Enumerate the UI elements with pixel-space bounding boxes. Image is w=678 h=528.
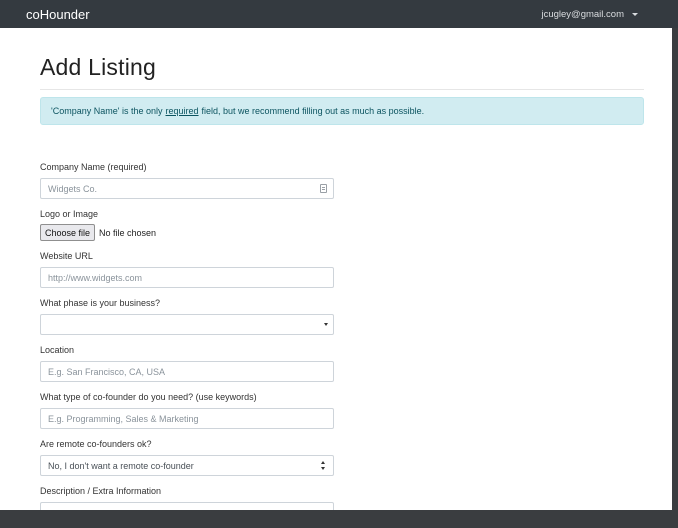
website-url-placeholder: http://www.widgets.com	[48, 272, 143, 283]
remote-select[interactable]: No, I don't want a remote co-founder	[40, 455, 334, 476]
brand-logo-link[interactable]: coHounder	[26, 7, 90, 22]
description-textarea[interactable]	[40, 502, 334, 510]
logo-file-input: Choose file No file chosen	[40, 224, 156, 241]
file-status-text: No file chosen	[99, 227, 157, 238]
choose-file-button[interactable]: Choose file	[40, 224, 96, 241]
company-name-input[interactable]: Widgets Co.	[40, 178, 334, 199]
window-edge	[672, 28, 678, 510]
alert-text-after: field, but we recommend filling out as m…	[201, 106, 425, 116]
cofounder-type-placeholder: E.g. Programming, Sales & Marketing	[48, 413, 199, 424]
website-url-input[interactable]: http://www.widgets.com	[40, 267, 334, 288]
chevron-down-icon	[324, 323, 328, 326]
contact-card-icon	[320, 184, 327, 193]
website-url-label: Website URL	[40, 251, 93, 261]
main-content: Add Listing 'Company Name' is the only r…	[0, 28, 672, 510]
alert-text-before: 'Company Name' is the only	[51, 106, 163, 116]
location-placeholder: E.g. San Francisco, CA, USA	[48, 366, 166, 377]
company-name-label: Company Name (required)	[40, 162, 147, 172]
description-label: Description / Extra Information	[40, 486, 162, 496]
window-bottom-bar	[0, 510, 678, 528]
logo-label: Logo or Image	[40, 209, 99, 219]
title-divider	[40, 89, 644, 90]
user-menu-dropdown[interactable]: jcugley@gmail.com	[541, 9, 638, 20]
phase-select[interactable]	[40, 314, 334, 335]
user-email: jcugley@gmail.com	[541, 8, 624, 20]
company-name-placeholder: Widgets Co.	[48, 183, 98, 194]
page-title: Add Listing	[40, 54, 156, 80]
top-navbar: coHounder jcugley@gmail.com	[0, 0, 678, 28]
cofounder-type-input[interactable]: E.g. Programming, Sales & Marketing	[40, 408, 334, 429]
caret-down-icon	[632, 12, 638, 16]
up-down-arrows-icon	[321, 461, 327, 470]
location-label: Location	[40, 345, 75, 355]
info-alert: 'Company Name' is the only required fiel…	[40, 97, 644, 125]
required-link[interactable]: required	[166, 106, 199, 116]
remote-label: Are remote co-founders ok?	[40, 439, 152, 449]
cofounder-type-label: What type of co-founder do you need? (us…	[40, 392, 257, 402]
remote-select-value: No, I don't want a remote co-founder	[48, 460, 194, 471]
location-input[interactable]: E.g. San Francisco, CA, USA	[40, 361, 334, 382]
phase-label: What phase is your business?	[40, 298, 161, 308]
